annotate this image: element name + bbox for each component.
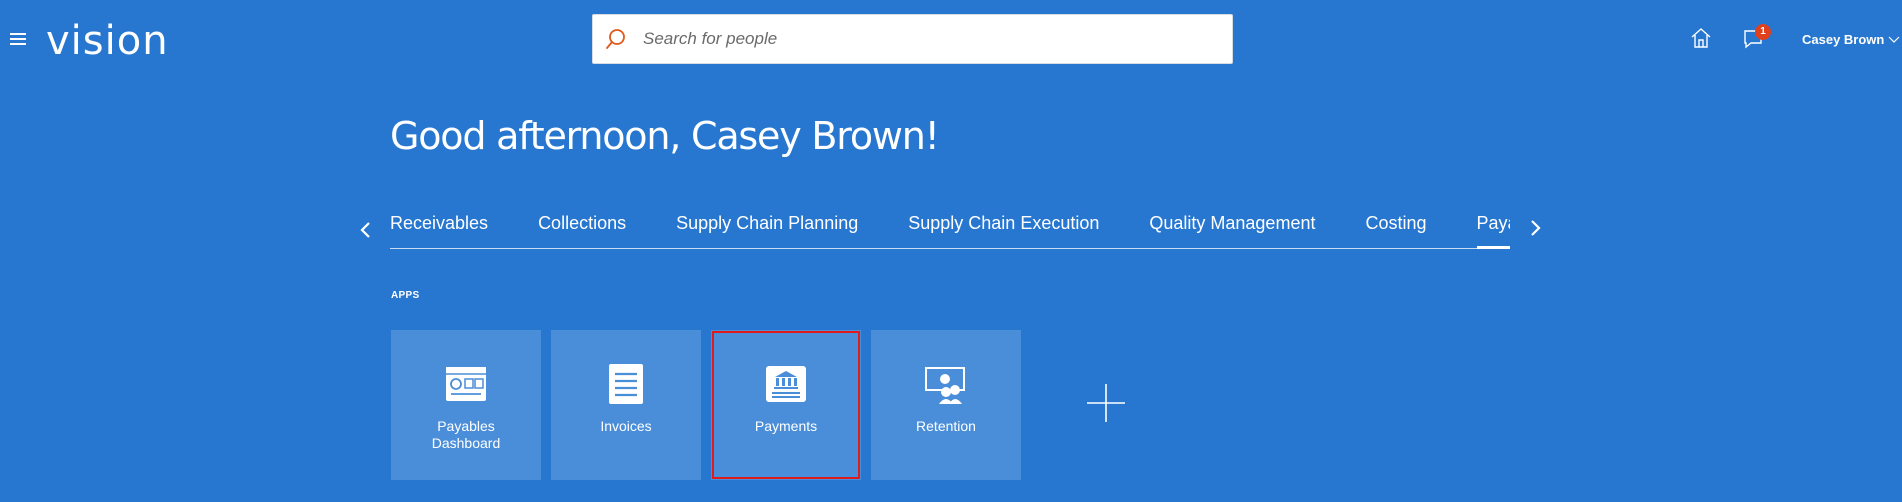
scroll-left-chevron-icon[interactable]	[358, 220, 374, 240]
search-input[interactable]	[643, 29, 1203, 49]
tab-strip: Receivables Collections Supply Chain Pla…	[390, 206, 1510, 252]
tile-label: Retention	[916, 418, 976, 434]
greeting-heading: Good afternoon, Casey Brown!	[390, 114, 940, 158]
tab-collections[interactable]: Collections	[538, 206, 626, 250]
dashboard-icon	[444, 364, 488, 404]
apps-section-label: APPS	[391, 290, 420, 301]
tile-label: Payments	[754, 418, 818, 434]
tab-supply-chain-execution[interactable]: Supply Chain Execution	[908, 206, 1099, 250]
notification-badge: 1	[1755, 24, 1771, 40]
user-name: Casey Brown	[1802, 32, 1885, 47]
tile-invoices[interactable]: Invoices	[551, 330, 701, 480]
app-logo[interactable]: vision	[46, 16, 169, 66]
chevron-down-icon	[1888, 36, 1900, 43]
bank-icon	[764, 364, 808, 404]
tile-label: Payables Dashboard	[431, 418, 501, 451]
tab-receivables[interactable]: Receivables	[390, 206, 488, 250]
home-icon[interactable]	[1690, 27, 1712, 49]
tile-label: Invoices	[600, 418, 652, 434]
tab-quality-management[interactable]: Quality Management	[1149, 206, 1315, 250]
notifications-icon[interactable]: 1	[1742, 24, 1771, 51]
tile-payments[interactable]: Payments	[711, 330, 861, 480]
hamburger-menu-icon[interactable]	[10, 33, 28, 47]
add-app-plus-icon[interactable]	[1086, 383, 1126, 423]
tile-payables-dashboard[interactable]: Payables Dashboard	[391, 330, 541, 480]
tab-costing[interactable]: Costing	[1365, 206, 1426, 250]
search-icon	[605, 28, 627, 50]
user-menu[interactable]: Casey Brown	[1802, 32, 1900, 47]
document-icon	[604, 364, 648, 404]
tab-payables[interactable]: Payables	[1476, 206, 1510, 250]
scroll-right-chevron-icon[interactable]	[1527, 218, 1543, 238]
tab-supply-chain-planning[interactable]: Supply Chain Planning	[676, 206, 858, 250]
retention-icon	[924, 364, 968, 404]
search-bar[interactable]	[592, 14, 1233, 64]
tile-retention[interactable]: Retention	[871, 330, 1021, 480]
